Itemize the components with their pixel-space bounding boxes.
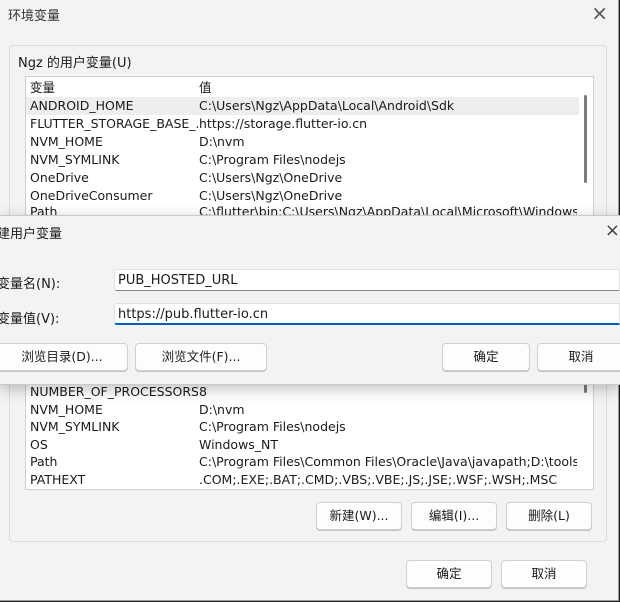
- delete-button[interactable]: 删除(L): [506, 502, 592, 530]
- title-bar: 环境变量 ×: [0, 0, 618, 30]
- row-name: NVM_HOME: [30, 402, 103, 417]
- header-name[interactable]: 变量: [30, 79, 198, 97]
- variable-value-label: 变量值(V):: [0, 312, 60, 327]
- row-value: D:\nvm: [199, 134, 245, 149]
- new-user-variable-dialog: 建用户变量 × 变量名(N): PUB_HOSTED_URL 变量值(V): h…: [0, 215, 620, 385]
- row-name: Path: [30, 454, 58, 469]
- table-row[interactable]: NVM_SYMLINK C:\Program Files\nodejs: [26, 418, 579, 436]
- row-value: C:\Program Files\Common Files\Oracle\Jav…: [199, 454, 577, 469]
- row-name: OS: [30, 437, 48, 452]
- row-value: 8: [199, 384, 207, 399]
- table-row[interactable]: ANDROID_HOME C:\Users\Ngz\AppData\Local\…: [26, 97, 579, 115]
- close-icon[interactable]: ×: [591, 3, 608, 23]
- row-name: NVM_HOME: [30, 134, 103, 149]
- cancel-button[interactable]: 取消: [501, 560, 587, 588]
- row-value: https://storage.flutter-io.cn: [199, 116, 368, 131]
- user-variables-list[interactable]: 变量 值 ANDROID_HOME C:\Users\Ngz\AppData\L…: [25, 76, 594, 219]
- user-variables-label: Ngz 的用户变量(U): [18, 56, 132, 71]
- table-row[interactable]: NVM_HOME D:\nvm: [26, 401, 579, 419]
- dialog-ok-button[interactable]: 确定: [442, 343, 530, 371]
- table-row[interactable]: OS Windows_NT: [26, 436, 579, 454]
- row-name: OneDrive: [30, 170, 89, 185]
- edit-button[interactable]: 编辑(I)...: [411, 502, 497, 530]
- row-name: NVM_SYMLINK: [30, 419, 120, 434]
- table-row[interactable]: NUMBER_OF_PROCESSORS 8: [26, 383, 579, 401]
- scrollbar[interactable]: [584, 95, 587, 183]
- table-row[interactable]: Path C:\Program Files\Common Files\Oracl…: [26, 453, 579, 471]
- variable-name-label: 变量名(N):: [0, 277, 61, 292]
- browse-file-button[interactable]: 浏览文件(F)...: [135, 343, 267, 371]
- row-name: NVM_SYMLINK: [30, 152, 120, 167]
- row-value: C:\Program Files\nodejs: [199, 152, 346, 167]
- row-value: Windows_NT: [199, 437, 279, 452]
- window-title: 环境变量: [8, 9, 61, 24]
- new-button[interactable]: 新建(W)...: [316, 502, 402, 530]
- variable-name-input[interactable]: PUB_HOSTED_URL: [114, 269, 620, 291]
- table-row[interactable]: NVM_SYMLINK C:\Program Files\nodejs: [26, 151, 579, 169]
- browse-directory-button[interactable]: 浏览目录(D)...: [0, 343, 128, 371]
- row-value: .COM;.EXE;.BAT;.CMD;.VBS;.VBE;.JS;.JSE;.…: [199, 472, 558, 487]
- dialog-title: 建用户变量: [0, 227, 63, 242]
- row-value: C:\Users\Ngz\OneDrive: [199, 170, 343, 185]
- row-name: ANDROID_HOME: [30, 98, 134, 113]
- row-value: C:\Users\Ngz\AppData\Local\Android\Sdk: [199, 98, 455, 113]
- dialog-cancel-button[interactable]: 取消: [537, 343, 620, 371]
- ok-button[interactable]: 确定: [406, 560, 492, 588]
- table-row[interactable]: FLUTTER_STORAGE_BASE_... https://storage…: [26, 115, 579, 133]
- row-value: D:\nvm: [199, 402, 245, 417]
- system-variables-list[interactable]: NUMBER_OF_PROCESSORS 8 NVM_HOME D:\nvm N…: [25, 382, 594, 490]
- header-value[interactable]: 值: [199, 79, 577, 97]
- row-value: C:\Program Files\nodejs: [199, 419, 346, 434]
- close-icon[interactable]: ×: [605, 220, 620, 241]
- list-header: 变量 值: [26, 79, 579, 97]
- variable-value-input[interactable]: https://pub.flutter-io.cn: [114, 303, 620, 325]
- table-row[interactable]: PATHEXT .COM;.EXE;.BAT;.CMD;.VBS;.VBE;.J…: [26, 471, 579, 489]
- row-name: NUMBER_OF_PROCESSORS: [30, 384, 198, 399]
- table-row[interactable]: OneDrive C:\Users\Ngz\OneDrive: [26, 169, 579, 187]
- row-name: FLUTTER_STORAGE_BASE_...: [30, 116, 198, 131]
- row-name: PATHEXT: [30, 472, 86, 487]
- table-row[interactable]: NVM_HOME D:\nvm: [26, 133, 579, 151]
